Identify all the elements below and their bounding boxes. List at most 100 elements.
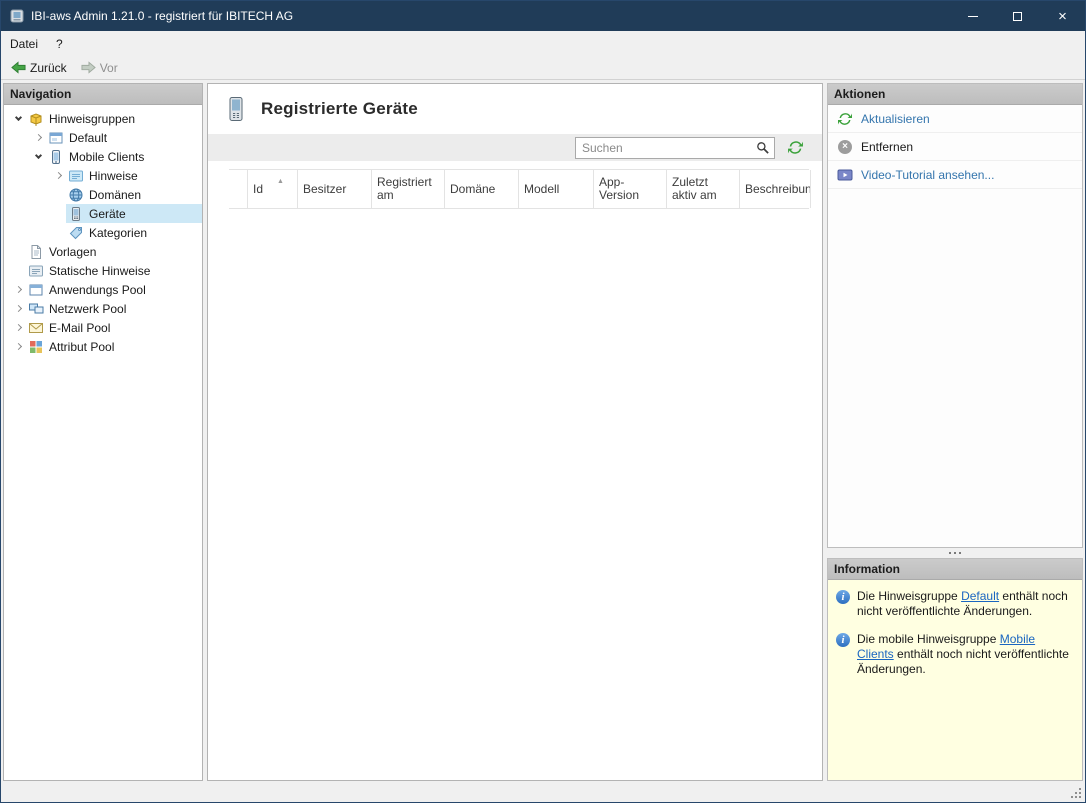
info-note-text: Die Hinweisgruppe: [857, 589, 962, 603]
column-header-domaene[interactable]: Domäne: [444, 170, 518, 208]
back-button[interactable]: Zurück: [5, 58, 73, 77]
navigation-toolbar: Zurück Vor: [1, 56, 1085, 80]
form-icon: [48, 130, 64, 146]
workspace: Navigation Hinweisgruppen Default Mobile…: [1, 80, 1085, 784]
tree-item-anwendungs-pool[interactable]: Anwendungs Pool: [4, 280, 202, 299]
chevron-collapsed-icon[interactable]: [10, 342, 26, 351]
tree-item-label: Statische Hinweise: [49, 263, 151, 278]
actions-panel: Aktionen Aktualisieren × Entfernen Video…: [827, 83, 1083, 548]
panel-splitter[interactable]: [827, 548, 1083, 558]
action-aktualisieren[interactable]: Aktualisieren: [828, 105, 1082, 133]
tree-item-label: Default: [69, 130, 108, 145]
table-header-row: Id ▲ Besitzer Registriert am Domäne Model…: [229, 169, 811, 209]
info-icon: i: [836, 590, 850, 604]
tree-item-vorlagen[interactable]: Vorlagen: [4, 242, 202, 261]
chevron-collapsed-icon[interactable]: [10, 323, 26, 332]
tree-item-statische-hinweise[interactable]: Statische Hinweise: [4, 261, 202, 280]
tree-item-hinweise[interactable]: Hinweise: [4, 166, 202, 185]
video-icon: [837, 167, 853, 183]
tree-item-netzwerk-pool[interactable]: Netzwerk Pool: [4, 299, 202, 318]
resize-grip-icon[interactable]: [1071, 796, 1073, 798]
column-header-zuletzt-aktiv-am[interactable]: Zuletzt aktiv am: [666, 170, 739, 208]
page-title: Registrierte Geräte: [261, 99, 418, 118]
tree-item-label: E-Mail Pool: [49, 320, 111, 335]
close-button[interactable]: ×: [1040, 1, 1085, 31]
tree-item-email-pool[interactable]: E-Mail Pool: [4, 318, 202, 337]
search-input[interactable]: [576, 140, 755, 155]
action-entfernen[interactable]: × Entfernen: [828, 133, 1082, 161]
network-pool-icon: [28, 301, 44, 317]
tree-item-label: Domänen: [89, 187, 142, 202]
domain-icon: [68, 187, 84, 203]
tree-item-attribut-pool[interactable]: Attribut Pool: [4, 337, 202, 356]
menubar: Datei ?: [1, 31, 1085, 56]
close-icon: ×: [1058, 7, 1067, 25]
chevron-collapsed-icon[interactable]: [10, 304, 26, 313]
tree-item-label: Netzwerk Pool: [49, 301, 127, 316]
info-note-mobile-clients: i Die mobile Hinweisgruppe Mobile Client…: [836, 632, 1074, 677]
menu-datei[interactable]: Datei: [1, 31, 47, 56]
tree-item-kategorien[interactable]: Kategorien: [4, 223, 202, 242]
column-header-selector: [229, 170, 247, 208]
action-label: Video-Tutorial ansehen...: [861, 167, 995, 182]
menu-help[interactable]: ?: [47, 31, 72, 56]
info-icon: i: [836, 633, 850, 647]
tree-item-label: Anwendungs Pool: [49, 282, 146, 297]
minimize-icon: [967, 15, 978, 17]
forward-button[interactable]: Vor: [75, 58, 124, 77]
search-icon[interactable]: [755, 140, 770, 155]
tags-icon: [68, 225, 84, 241]
tree-item-label: Hinweise: [89, 168, 138, 183]
tree-item-label: Attribut Pool: [49, 339, 115, 354]
tree-item-label: Vorlagen: [49, 244, 97, 259]
information-panel: Information i Die Hinweisgruppe Default …: [827, 558, 1083, 781]
column-header-id[interactable]: Id ▲: [247, 170, 297, 208]
static-hint-icon: [28, 263, 44, 279]
chevron-collapsed-icon[interactable]: [50, 171, 66, 180]
hint-icon: [68, 168, 84, 184]
column-header-beschreibung[interactable]: Beschreibung: [739, 170, 811, 208]
maximize-button[interactable]: [995, 1, 1040, 31]
navigation-panel-header: Navigation: [4, 84, 202, 105]
column-header-besitzer[interactable]: Besitzer: [297, 170, 371, 208]
mobile-device-icon: [224, 96, 248, 122]
tree-item-mobile-clients[interactable]: Mobile Clients: [4, 147, 202, 166]
chevron-collapsed-icon[interactable]: [10, 285, 26, 294]
chevron-expanded-icon[interactable]: [10, 113, 26, 122]
column-header-registriert-am[interactable]: Registriert am: [371, 170, 444, 208]
chevron-collapsed-icon[interactable]: [30, 133, 46, 142]
search-box: [575, 136, 775, 159]
back-button-label: Zurück: [30, 60, 67, 75]
group-icon: [28, 111, 44, 127]
minimize-button[interactable]: [950, 1, 995, 31]
column-header-app-version[interactable]: App-Version: [593, 170, 666, 208]
device-icon: [68, 206, 84, 222]
info-link-default[interactable]: Default: [961, 589, 999, 603]
information-body: i Die Hinweisgruppe Default enthält noch…: [828, 580, 1082, 780]
navigation-panel: Navigation Hinweisgruppen Default Mobile…: [3, 83, 203, 781]
template-icon: [28, 244, 44, 260]
tree-item-domaenen[interactable]: Domänen: [4, 185, 202, 204]
forward-arrow-icon: [81, 60, 96, 75]
refresh-grid-icon[interactable]: [787, 139, 804, 156]
right-panel: Aktionen Aktualisieren × Entfernen Video…: [827, 83, 1083, 781]
window-title: IBI-aws Admin 1.21.0 - registriert für I…: [31, 9, 294, 23]
main-content-panel: Registrierte Geräte Id▲ Besitzer Registr…: [207, 83, 823, 781]
app-window: { "window": { "title": "IBI-aws Admin 1.…: [0, 0, 1086, 803]
attribute-pool-icon: [28, 339, 44, 355]
mobile-clients-icon: [48, 149, 64, 165]
info-note-default: i Die Hinweisgruppe Default enthält noch…: [836, 589, 1074, 619]
chevron-expanded-icon[interactable]: [30, 151, 46, 160]
remove-icon: ×: [837, 139, 853, 155]
action-label: Entfernen: [861, 139, 914, 154]
main-header: Registrierte Geräte: [208, 84, 822, 134]
forward-button-label: Vor: [99, 60, 118, 75]
tree-item-hinweisgruppen[interactable]: Hinweisgruppen: [4, 109, 202, 128]
action-video-tutorial[interactable]: Video-Tutorial ansehen...: [828, 161, 1082, 189]
tree-item-default[interactable]: Default: [4, 128, 202, 147]
email-pool-icon: [28, 320, 44, 336]
tree-item-geraete[interactable]: Geräte: [4, 204, 202, 223]
column-header-modell[interactable]: Modell: [518, 170, 593, 208]
table-body-empty: [208, 209, 822, 780]
navigation-tree: Hinweisgruppen Default Mobile Clients Hi…: [4, 105, 202, 780]
